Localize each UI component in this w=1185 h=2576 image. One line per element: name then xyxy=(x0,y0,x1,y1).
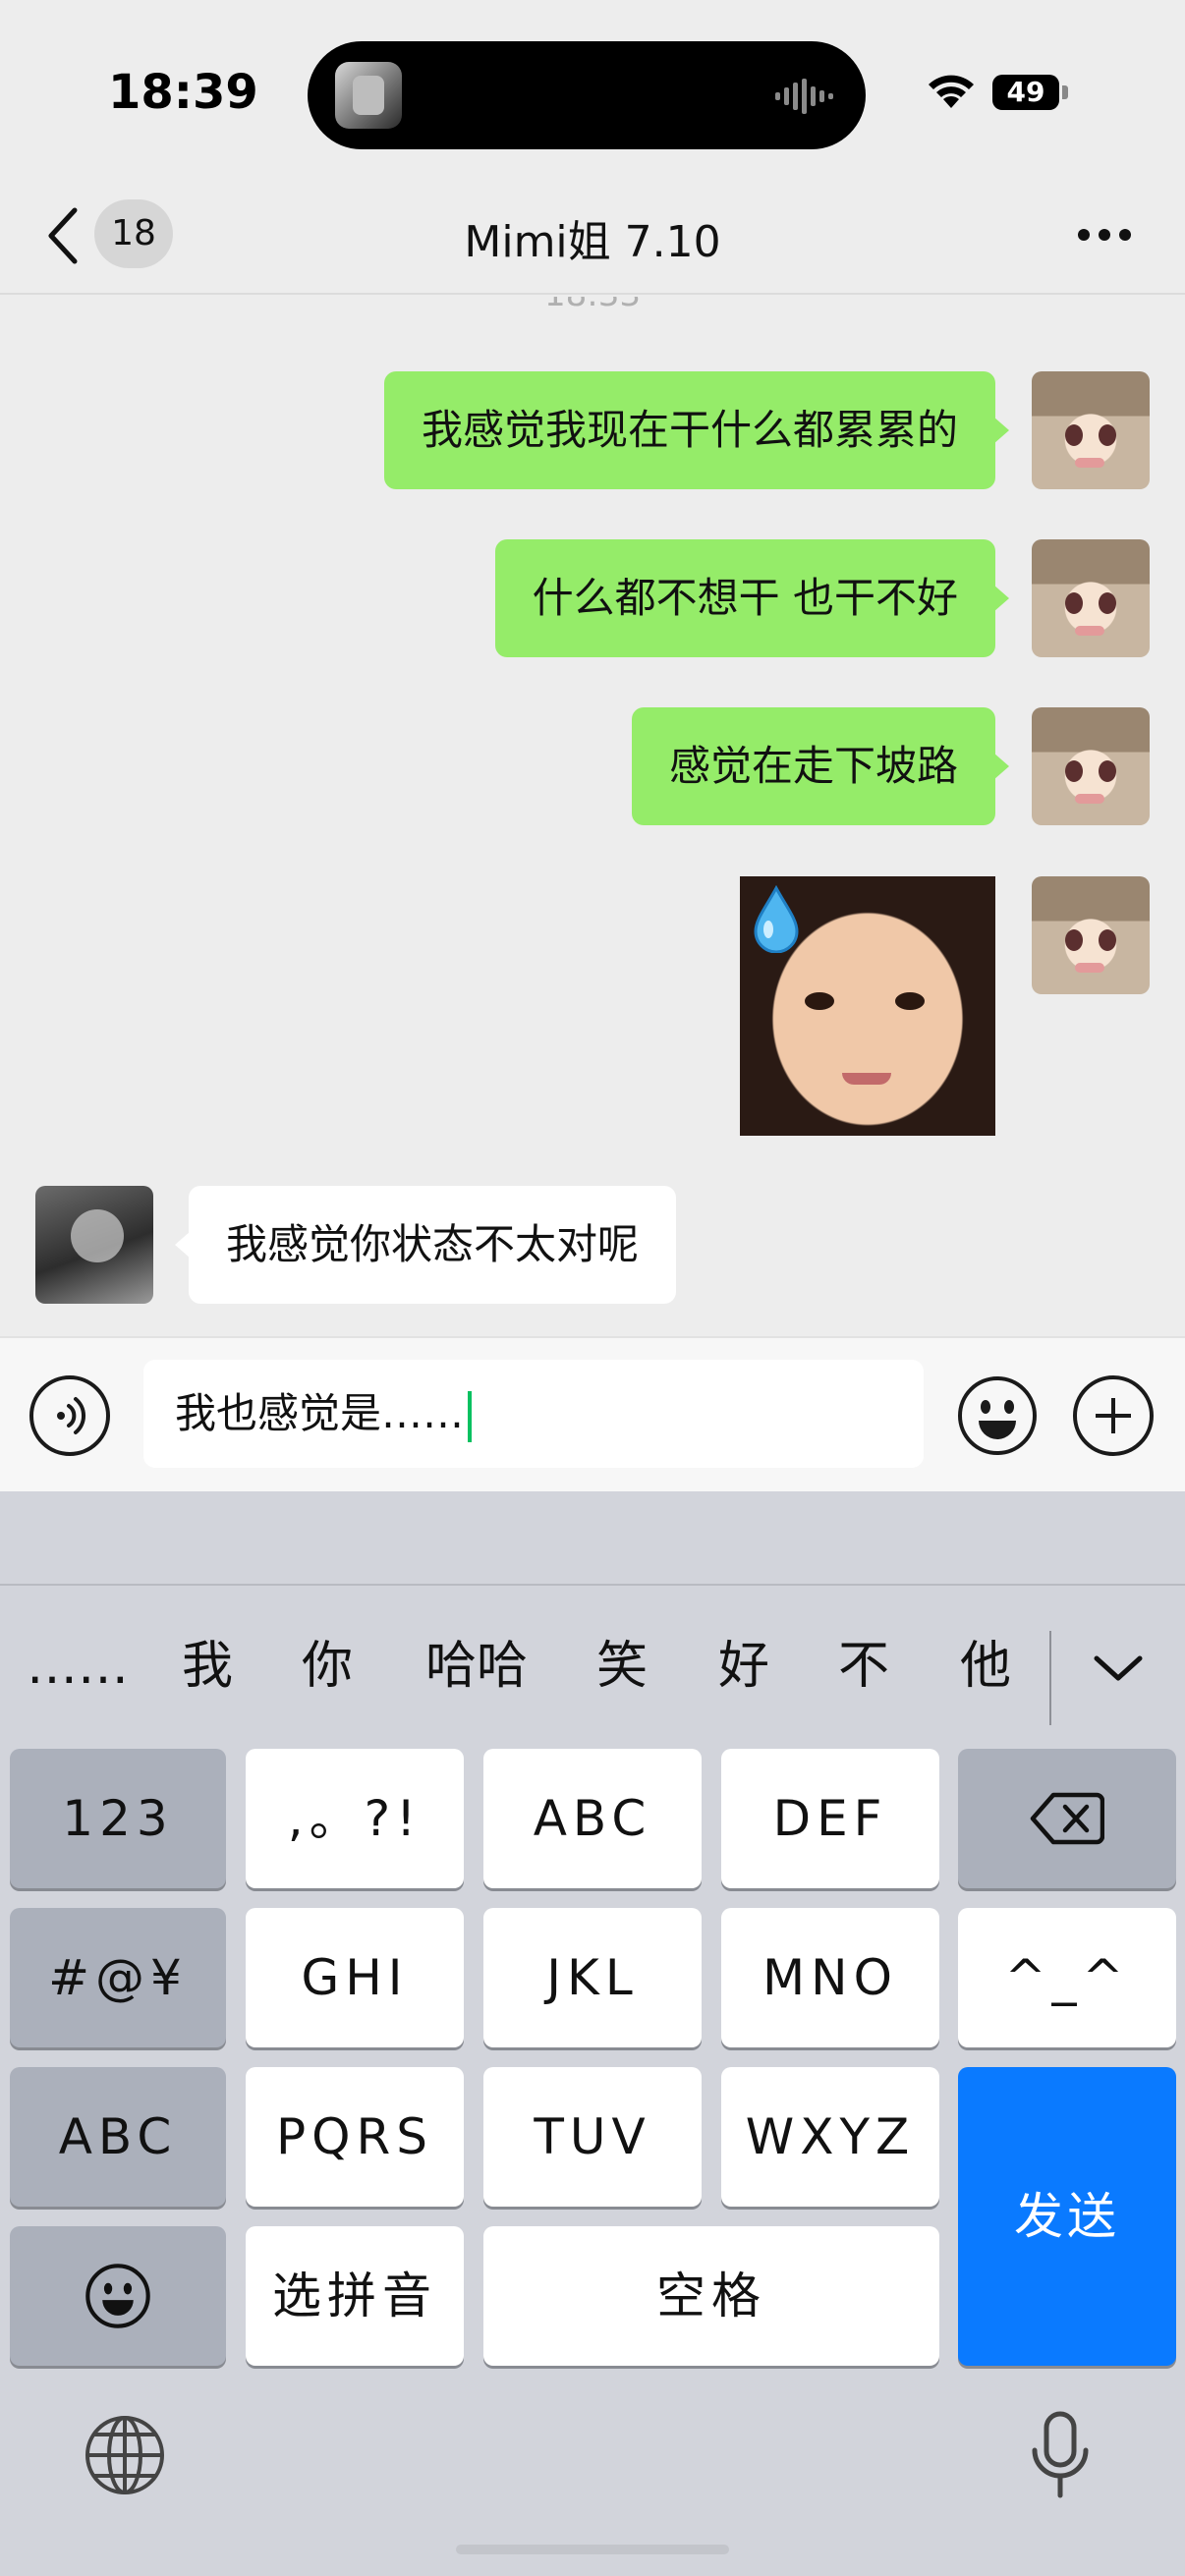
status-bar: 18:39 49 xyxy=(0,0,1185,177)
candidate-word[interactable]: 他 xyxy=(943,1588,1028,1745)
sticker-mouth xyxy=(842,1073,891,1085)
message-bubble-sent[interactable]: 感觉在走下坡路 xyxy=(631,707,1010,825)
voice-input-button[interactable] xyxy=(29,1375,110,1456)
home-indicator xyxy=(456,2545,729,2554)
candidate-bar: …… 我 你 哈哈 笑 好 不 他 xyxy=(0,1588,1185,1745)
voice-icon xyxy=(57,1397,86,1434)
candidate-word[interactable]: 你 xyxy=(285,1588,369,1745)
dynamic-island[interactable] xyxy=(308,41,866,149)
candidate-divider xyxy=(1049,1631,1051,1725)
chat-title: Mimi姐 7.10 xyxy=(464,217,721,267)
status-time: 18:39 xyxy=(108,65,258,120)
key-switch-abc[interactable]: ABC xyxy=(10,2067,226,2207)
candidate-word[interactable]: 笑 xyxy=(580,1588,664,1745)
message-input-text: 我也感觉是…… xyxy=(175,1389,465,1437)
key-mno[interactable]: MNO xyxy=(721,1908,939,2047)
emoji-icon xyxy=(85,2264,150,2328)
key-wxyz[interactable]: WXYZ xyxy=(721,2067,939,2207)
chevron-down-icon[interactable] xyxy=(1091,1651,1146,1686)
key-emoji[interactable] xyxy=(10,2226,226,2366)
message-bubble-sent[interactable]: 我感觉我现在干什么都累累的 xyxy=(383,371,1010,489)
key-kaomoji[interactable]: ^_^ xyxy=(958,1908,1176,2047)
my-avatar[interactable] xyxy=(1032,371,1150,489)
input-bar: 我也感觉是…… xyxy=(0,1336,1185,1491)
battery-tip xyxy=(1062,85,1068,99)
key-select-pinyin[interactable]: 选拼音 xyxy=(246,2226,464,2366)
wifi-icon xyxy=(929,75,974,108)
message-input[interactable]: 我也感觉是…… xyxy=(143,1360,924,1468)
sticker-eye xyxy=(805,992,834,1010)
keyboard: …… 我 你 哈哈 笑 好 不 他 123 ,。?! ABC DEF #@¥ G… xyxy=(0,1491,1185,2576)
send-key[interactable]: 发送 xyxy=(958,2067,1176,2366)
keyboard-toolbar xyxy=(0,1491,1185,1586)
message-list[interactable]: 18:33 我感觉我现在干什么都累累的 什么都不想干 也干不好 感觉在走下坡路 … xyxy=(0,297,1185,1336)
battery-indicator: 49 xyxy=(992,75,1059,110)
message-bubble-received[interactable]: 我感觉你状态不太对呢 xyxy=(174,1186,677,1304)
contact-avatar[interactable] xyxy=(35,1186,153,1304)
message-timestamp: 18:33 xyxy=(0,297,1185,314)
key-space[interactable]: 空格 xyxy=(483,2226,939,2366)
emoji-icon[interactable] xyxy=(957,1375,1038,1456)
sweat-drop-icon xyxy=(754,884,799,953)
more-actions-plus-icon[interactable] xyxy=(1073,1375,1154,1456)
more-options-icon[interactable] xyxy=(1077,228,1132,242)
candidate-word[interactable]: …… xyxy=(20,1588,136,1745)
chat-header: 18 Mimi姐 7.10 xyxy=(0,177,1185,295)
microphone-icon[interactable] xyxy=(1030,2411,1091,2499)
my-avatar[interactable] xyxy=(1032,539,1150,657)
candidate-word[interactable]: 好 xyxy=(702,1588,786,1745)
key-abc[interactable]: ABC xyxy=(483,1749,702,1888)
key-pqrs[interactable]: PQRS xyxy=(246,2067,464,2207)
candidate-word[interactable]: 不 xyxy=(821,1588,906,1745)
message-bubble-sent[interactable]: 什么都不想干 也干不好 xyxy=(494,539,1010,657)
key-ghi[interactable]: GHI xyxy=(246,1908,464,2047)
globe-icon[interactable] xyxy=(85,2415,165,2495)
key-numbers[interactable]: 123 xyxy=(10,1749,226,1888)
backspace-icon xyxy=(1030,1792,1105,1845)
text-cursor xyxy=(468,1390,473,1442)
key-tuv[interactable]: TUV xyxy=(483,2067,702,2207)
key-punctuation[interactable]: ,。?! xyxy=(246,1749,464,1888)
key-jkl[interactable]: JKL xyxy=(483,1908,702,2047)
candidate-word[interactable]: 我 xyxy=(165,1588,250,1745)
candidate-word[interactable]: 哈哈 xyxy=(411,1588,542,1745)
my-avatar[interactable] xyxy=(1032,876,1150,994)
sticker-message[interactable] xyxy=(740,876,995,1136)
backspace-key[interactable] xyxy=(958,1749,1176,1888)
sticker-eye xyxy=(895,992,925,1010)
audio-wave-icon xyxy=(775,79,833,114)
my-avatar[interactable] xyxy=(1032,707,1150,825)
key-def[interactable]: DEF xyxy=(721,1749,939,1888)
key-symbols[interactable]: #@¥ xyxy=(10,1908,226,2047)
now-playing-artwork xyxy=(335,62,402,129)
